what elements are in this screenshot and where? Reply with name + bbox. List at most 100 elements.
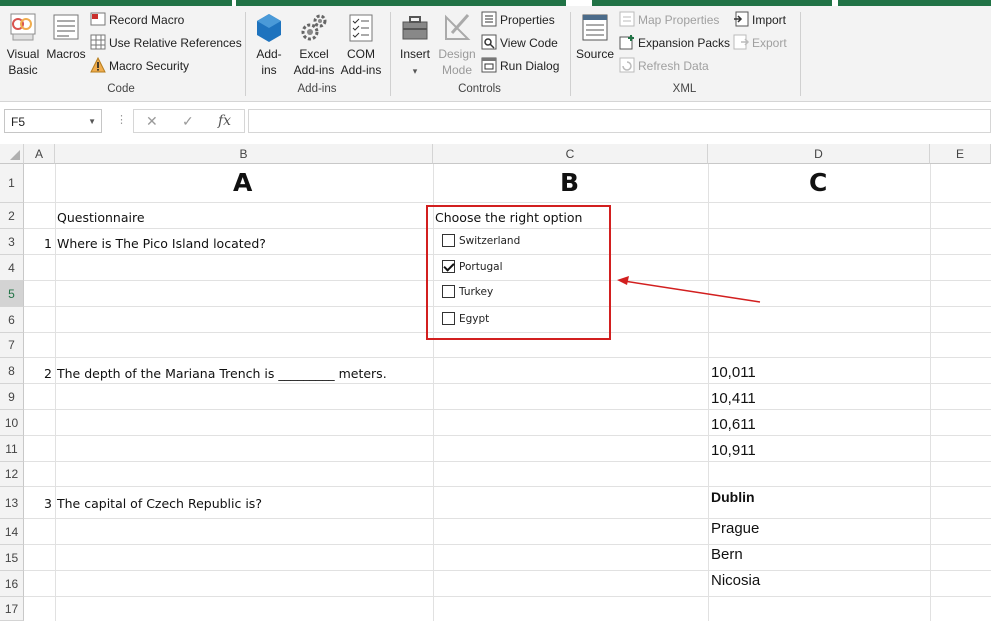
row-header-11[interactable]: 11 xyxy=(0,436,24,462)
view-code-label: View Code xyxy=(500,36,558,50)
developer-ribbon: Visual Basic Macros Record Macro Use Rel… xyxy=(0,6,991,102)
visual-basic-button[interactable]: Visual Basic xyxy=(4,12,42,78)
question-number-1: 1 xyxy=(44,236,52,251)
view-code-icon xyxy=(481,34,497,50)
chevron-down-icon: ▾ xyxy=(412,66,418,76)
run-dialog-button[interactable]: Run Dialog xyxy=(481,56,559,76)
add-ins-button[interactable]: Add- ins xyxy=(250,12,288,78)
name-box[interactable]: F5 ▼ xyxy=(4,109,102,133)
warning-icon xyxy=(90,57,106,73)
expansion-packs-button[interactable]: Expansion Packs xyxy=(619,33,730,53)
formula-input[interactable] xyxy=(248,109,991,133)
enter-icon[interactable]: ✓ xyxy=(182,113,194,130)
row-header-15[interactable]: 15 xyxy=(0,545,24,571)
gridline xyxy=(24,357,991,358)
gridline xyxy=(24,435,991,436)
row-header-3[interactable]: 3 xyxy=(0,229,24,255)
row-header-1[interactable]: 1 xyxy=(0,164,24,203)
formula-bar: F5 ▼ ⋮ ✕ ✓ fx xyxy=(0,102,991,142)
com-add-ins-button[interactable]: COM Add-ins xyxy=(338,12,384,78)
capital-answer-4: Nicosia xyxy=(711,572,761,589)
column-header-d[interactable]: D xyxy=(708,144,930,164)
question-number-3: 3 xyxy=(44,496,52,511)
separator xyxy=(570,12,571,96)
depth-answer-2: 10,411 xyxy=(711,390,756,407)
view-code-button[interactable]: View Code xyxy=(481,33,558,53)
column-header-e[interactable]: E xyxy=(930,144,991,164)
insert-function-icon[interactable]: fx xyxy=(218,113,231,129)
code-group-label: Code xyxy=(107,83,135,95)
row-header-10[interactable]: 10 xyxy=(0,410,24,436)
annotation-arrow xyxy=(617,276,761,303)
export-button[interactable]: Export xyxy=(733,33,787,53)
header-cell-b: B xyxy=(560,168,580,197)
properties-icon xyxy=(481,11,497,27)
xml-group-label: XML xyxy=(672,83,697,95)
use-relative-references-button[interactable]: Use Relative References xyxy=(90,33,242,53)
column-header-b[interactable]: B xyxy=(55,144,433,164)
insert-control-button[interactable]: Insert ▾ xyxy=(395,12,435,79)
row-header-6[interactable]: 6 xyxy=(0,307,24,333)
macro-security-button[interactable]: Macro Security xyxy=(90,56,189,76)
excel-add-ins-label-1: Excel xyxy=(299,47,329,61)
row-header-12[interactable]: 12 xyxy=(0,462,24,487)
row-header-17[interactable]: 17 xyxy=(0,597,24,621)
gridline xyxy=(24,570,991,571)
export-icon xyxy=(733,34,749,50)
design-mode-button[interactable]: Design Mode xyxy=(436,12,478,78)
column-header-a[interactable]: A xyxy=(24,144,55,164)
properties-button[interactable]: Properties xyxy=(481,10,555,30)
properties-label: Properties xyxy=(500,13,555,27)
column-header-c[interactable]: C xyxy=(433,144,708,164)
design-mode-label-1: Design xyxy=(438,47,476,61)
source-button[interactable]: Source xyxy=(574,12,616,62)
row-header-4[interactable]: 4 xyxy=(0,255,24,281)
gridline xyxy=(24,544,991,545)
header-cell-a: A xyxy=(233,168,253,197)
gridline xyxy=(24,486,991,487)
expansion-packs-label: Expansion Packs xyxy=(638,36,731,50)
chevron-down-icon[interactable]: ▼ xyxy=(88,110,96,134)
add-ins-icon xyxy=(257,14,281,42)
separator xyxy=(800,12,801,96)
row-header-13[interactable]: 13 xyxy=(0,487,24,519)
refresh-data-label: Refresh Data xyxy=(638,59,709,73)
map-properties-icon xyxy=(619,11,635,27)
name-box-value: F5 xyxy=(11,115,26,129)
row-header-7[interactable]: 7 xyxy=(0,333,24,358)
insert-label: Insert xyxy=(399,47,430,61)
depth-answer-3: 10,611 xyxy=(711,416,756,433)
visual-basic-icon xyxy=(10,13,36,41)
macro-security-label: Macro Security xyxy=(109,59,190,73)
gridline xyxy=(24,461,991,462)
depth-answer-1: 10,011 xyxy=(711,364,756,381)
row-header-14[interactable]: 14 xyxy=(0,519,24,545)
row-header-8[interactable]: 8 xyxy=(0,358,24,384)
separator xyxy=(390,12,391,96)
formula-buttons: ✕ ✓ fx xyxy=(133,109,245,133)
gridline xyxy=(930,164,931,621)
com-add-ins-label-2: Add-ins xyxy=(340,63,382,77)
visual-basic-label-2: Basic xyxy=(8,63,38,77)
row-header-5[interactable]: 5 xyxy=(0,281,24,307)
refresh-data-button[interactable]: Refresh Data xyxy=(619,56,709,76)
excel-add-ins-button[interactable]: Excel Add-ins xyxy=(290,12,338,78)
macros-icon xyxy=(53,14,79,40)
map-properties-button[interactable]: Map Properties xyxy=(619,10,719,30)
gridline xyxy=(55,164,56,621)
import-icon xyxy=(734,11,749,27)
question-number-2: 2 xyxy=(44,366,52,381)
spreadsheet-grid[interactable]: A B C D E 1 2 3 4 5 6 7 8 9 10 11 12 13 … xyxy=(0,144,991,621)
row-header-16[interactable]: 16 xyxy=(0,571,24,597)
select-all-icon xyxy=(10,150,20,160)
record-macro-button[interactable]: Record Macro xyxy=(90,10,184,30)
question-2-text: The depth of the Mariana Trench is _____… xyxy=(57,366,387,381)
macros-button[interactable]: Macros xyxy=(44,12,88,62)
import-button[interactable]: Import xyxy=(733,10,786,30)
row-header-9[interactable]: 9 xyxy=(0,384,24,410)
select-all-corner[interactable] xyxy=(0,144,24,164)
row-header-2[interactable]: 2 xyxy=(0,203,24,229)
add-ins-label-1: Add- xyxy=(256,47,282,61)
question-3-text: The capital of Czech Republic is? xyxy=(57,496,262,511)
cancel-icon[interactable]: ✕ xyxy=(146,113,158,130)
